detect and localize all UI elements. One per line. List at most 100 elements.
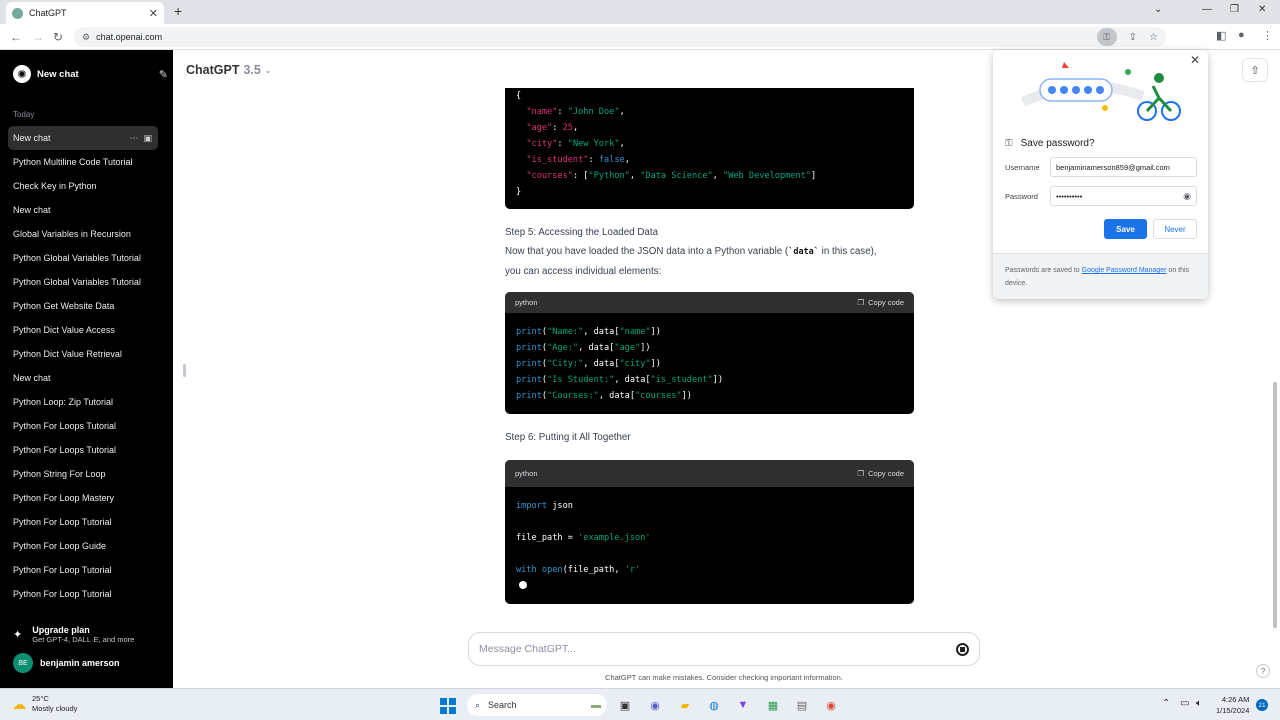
list-item[interactable]: Global Variables in Recursion xyxy=(8,222,158,246)
step6-heading: Step 6: Putting it All Together xyxy=(505,432,631,443)
close-tab-icon[interactable]: ✕ xyxy=(149,7,158,20)
network-icon[interactable]: ▭ xyxy=(1180,698,1189,709)
chrome-browser-icon[interactable]: ◉ xyxy=(823,697,839,713)
list-item[interactable]: Python String For Loop xyxy=(8,462,158,486)
tray-overflow-icon[interactable]: ⌃ xyxy=(1162,698,1170,709)
notification-badge[interactable]: 21 xyxy=(1256,699,1268,711)
list-item[interactable]: Python For Loop Tutorial xyxy=(8,558,158,582)
disclaimer: ChatGPT can make mistakes. Consider chec… xyxy=(605,673,843,682)
address-bar[interactable]: ⚙ chat.openai.com ⚿ ⇪ ☆ xyxy=(74,27,1166,47)
streaming-cursor xyxy=(519,581,527,589)
volume-icon[interactable]: 🔈︎ xyxy=(1196,698,1202,709)
stop-generating-button[interactable] xyxy=(956,642,969,656)
weather-widget[interactable]: ☁ 25°C Mostly cloudy xyxy=(12,694,77,714)
browser-toolbar: ← → ↻ ⚙ chat.openai.com ⚿ ⇪ ☆ ◧ ● ⋮ xyxy=(0,24,1280,50)
copy-code-button[interactable]: ❐ Copy code xyxy=(857,298,904,307)
item-actions-icon[interactable]: ⋯ ▣ xyxy=(129,133,152,144)
message-input[interactable]: Message ChatGPT... xyxy=(468,632,980,666)
page-scrollbar[interactable] xyxy=(1273,382,1277,628)
password-field[interactable]: •••••••••• ◉ xyxy=(1050,186,1197,206)
sparkle-icon: ✦ xyxy=(13,628,23,641)
new-tab-button[interactable]: + xyxy=(174,3,182,19)
edge-browser-icon[interactable]: ◍ xyxy=(706,697,722,713)
profile-icon[interactable]: ● xyxy=(1238,29,1245,41)
list-item[interactable]: Python For Loops Tutorial xyxy=(8,438,158,462)
side-panel-icon[interactable]: ◧ xyxy=(1216,29,1226,42)
sidebar-collapse-handle[interactable] xyxy=(183,364,186,377)
cyclist-illustration xyxy=(1020,62,1181,121)
maximize-button[interactable]: ❐ xyxy=(1230,4,1239,15)
system-clock[interactable]: 4:26 AM 1/15/2024 xyxy=(1216,694,1249,716)
site-info-icon[interactable]: ⚙ xyxy=(82,32,90,43)
model-version: 3.5 xyxy=(243,63,261,77)
spreadsheet-app-icon[interactable]: ▦ xyxy=(765,697,781,713)
chevron-down-icon: ⌄ xyxy=(264,65,272,75)
list-item[interactable]: Python Dict Value Access xyxy=(8,318,158,342)
tab-search-chevron-icon[interactable]: ⌄ xyxy=(1154,4,1162,15)
upgrade-plan-button[interactable]: ✦ Upgrade plan Get GPT-4, DALL·E, and mo… xyxy=(13,620,168,648)
minimize-button[interactable]: — xyxy=(1202,4,1212,15)
save-button[interactable]: Save xyxy=(1104,219,1147,239)
code-block-together: python ❐ Copy code import json file_path … xyxy=(505,460,914,604)
username-field[interactable]: benjaminamerson859@gmail.com xyxy=(1050,157,1197,177)
tools-app-icon[interactable]: ▤ xyxy=(794,697,810,713)
never-button[interactable]: Never xyxy=(1153,219,1197,239)
file-explorer-icon[interactable]: ▰ xyxy=(677,697,693,713)
chat-app-icon[interactable]: ◉ xyxy=(647,697,663,713)
user-menu-button[interactable]: BE benjamin amerson xyxy=(13,652,168,674)
list-item[interactable]: Python Loop: Zip Tutorial xyxy=(8,390,158,414)
url-text: chat.openai.com xyxy=(96,32,163,42)
windows-taskbar: ☁ 25°C Mostly cloudy ⌕ Search ▬ ▣ ◉ ▰ ◍ ▼… xyxy=(0,688,1280,720)
list-item[interactable]: Python Multiline Code Tutorial xyxy=(8,150,158,174)
list-item[interactable]: Python Global Variables Tutorial xyxy=(8,246,158,270)
sidebar-item-active[interactable]: New chat ⋯ ▣ xyxy=(8,126,158,150)
new-chat-button[interactable]: ✺ New chat ✎ xyxy=(8,62,168,86)
search-icon: ⌕ xyxy=(475,699,481,710)
clipboard-icon: ❐ xyxy=(857,298,865,307)
list-item[interactable]: Check Key in Python xyxy=(8,174,158,198)
window-close-button[interactable]: ✕ xyxy=(1258,4,1266,15)
task-view-icon[interactable]: ▣ xyxy=(617,697,633,713)
username-label: Username xyxy=(1005,163,1040,172)
taskbar-search[interactable]: ⌕ Search ▬ xyxy=(467,694,607,716)
browser-menu-icon[interactable]: ⋮ xyxy=(1262,29,1273,42)
password-key-icon[interactable]: ⚿ xyxy=(1096,28,1117,46)
vpn-app-icon[interactable]: ▼ xyxy=(735,697,751,713)
temperature: 25°C xyxy=(32,694,49,703)
upgrade-title: Upgrade plan xyxy=(32,624,90,635)
bookmark-star-icon[interactable]: ☆ xyxy=(1149,32,1158,43)
clock-date: 1/15/2024 xyxy=(1216,706,1250,715)
list-item[interactable]: Python For Loop Mastery xyxy=(8,486,158,510)
list-item[interactable]: Python Get Website Data xyxy=(8,294,158,318)
list-item[interactable]: Python Dict Value Retrieval xyxy=(8,342,158,366)
model-name: ChatGPT xyxy=(186,63,240,77)
model-selector[interactable]: ChatGPT 3.5 ⌄ xyxy=(186,63,272,77)
back-button[interactable]: ← xyxy=(10,30,22,44)
browser-tab[interactable]: ChatGPT ✕ xyxy=(6,2,164,24)
copy-code-button[interactable]: ❐ Copy code xyxy=(857,469,904,478)
eye-icon[interactable]: ◉ xyxy=(1183,191,1191,202)
list-item[interactable]: New chat xyxy=(8,198,158,222)
key-icon: ⚿ xyxy=(1005,138,1013,149)
save-password-dialog: ✕ ⚿ Save password? Username benjaminamer… xyxy=(993,50,1208,299)
share-chat-button[interactable]: ⇧ xyxy=(1242,58,1268,82)
list-item[interactable]: Python For Loop Guide xyxy=(8,534,158,558)
openai-logo-icon: ✺ xyxy=(13,65,31,83)
password-label: Password xyxy=(1005,192,1038,201)
reload-button[interactable]: ↻ xyxy=(53,30,63,44)
weather-condition: Mostly cloudy xyxy=(32,704,78,713)
compose-icon[interactable]: ✎ xyxy=(159,68,168,81)
list-item[interactable]: Python For Loops Tutorial xyxy=(8,414,158,438)
new-chat-label: New chat xyxy=(37,68,79,80)
list-item[interactable]: Python For Loop Tutorial xyxy=(8,582,158,606)
list-item[interactable]: Python Global Variables Tutorial xyxy=(8,270,158,294)
password-manager-link[interactable]: Google Password Manager xyxy=(1082,267,1167,274)
dialog-footer: Passwords are saved to Google Password M… xyxy=(993,253,1208,299)
chat-history-list: New chat ⋯ ▣ Python Multiline Code Tutori… xyxy=(8,126,158,606)
forward-button[interactable]: → xyxy=(32,30,44,44)
windows-start-icon[interactable] xyxy=(440,698,456,714)
share-icon[interactable]: ⇪ xyxy=(1129,32,1137,43)
help-button[interactable]: ? xyxy=(1256,664,1270,678)
list-item[interactable]: Python For Loop Tutorial xyxy=(8,510,158,534)
list-item[interactable]: New chat xyxy=(8,366,158,390)
